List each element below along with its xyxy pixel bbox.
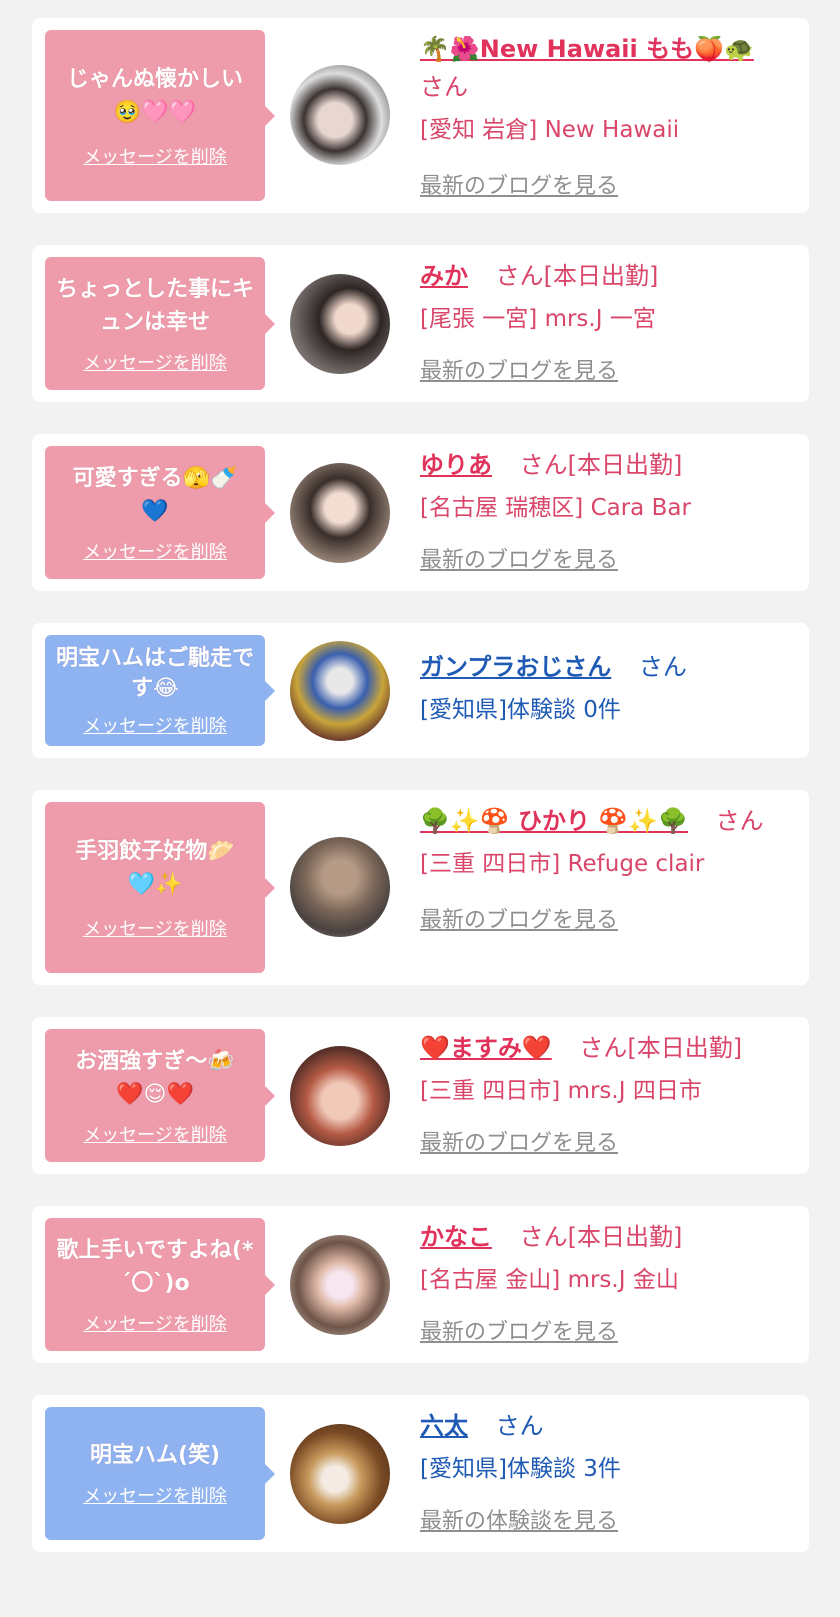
name-suffix: さん [420,73,468,101]
avatar[interactable] [290,1424,390,1524]
delete-message-link[interactable]: メッセージを削除 [83,143,227,169]
avatar[interactable] [290,65,390,165]
shop-info: [尾張 一宮] mrs.J 一宮 [420,306,656,332]
message-card: 手羽餃子好物🥟🩵✨ メッセージを削除 🌳✨🍄 ひかり 🍄✨🌳 さん [三重 四日… [32,790,809,985]
message-card: ちょっとした事にキュンは幸せ メッセージを削除 みか さん[本日出勤] [尾張 … [32,245,809,402]
shop-info: [名古屋 瑞穂区] Cara Bar [420,495,691,521]
delete-message-link[interactable]: メッセージを削除 [83,712,227,738]
message-card: 明宝ハム(笑) メッセージを削除 六太 さん [愛知県]体験談 3件 最新の体験… [32,1395,809,1552]
message-bubble: 歌上手いですよね(*´〇`)o メッセージを削除 [45,1218,275,1351]
message-bubble: 可愛すぎる🫣🍼💙 メッセージを削除 [45,446,275,579]
message-text: 明宝ハム(笑) [89,1443,221,1468]
name-suffix: さん [495,1412,544,1440]
message-card: 可愛すぎる🫣🍼💙 メッセージを削除 ゆりあ さん[本日出勤] [名古屋 瑞穂区]… [32,434,809,591]
experience-count: [愛知県]体験談 3件 [420,1456,621,1482]
experience-count: [愛知県]体験談 0件 [420,697,621,723]
avatar[interactable] [290,837,390,937]
profile-info: ガンプラおじさん さん [愛知県]体験談 0件 [420,648,790,728]
profile-name-link[interactable]: 🌳✨🍄 ひかり 🍄✨🌳 [420,807,688,835]
profile-info: 🌴🌺New Hawaii もも🍑🐢 さん [愛知 岩倉] New Hawaii … [420,30,790,200]
message-text: じゃんぬ懐かしい🥹🩷🩷 [66,66,243,125]
delete-message-link[interactable]: メッセージを削除 [83,538,227,564]
latest-blog-link[interactable]: 最新のブログを見る [420,1125,790,1157]
latest-blog-link[interactable]: 最新のブログを見る [420,1314,790,1346]
latest-blog-link[interactable]: 最新のブログを見る [420,353,790,385]
avatar[interactable] [290,463,390,563]
name-suffix: さん [638,653,687,681]
profile-name-link[interactable]: みか [420,262,468,290]
profile-info: ゆりあ さん[本日出勤] [名古屋 瑞穂区] Cara Bar 最新のブログを見… [420,446,790,574]
profile-name-link[interactable]: 六太 [420,1412,468,1440]
shop-info: [愛知 岩倉] New Hawaii [420,117,680,143]
avatar[interactable] [290,1046,390,1146]
latest-blog-link[interactable]: 最新のブログを見る [420,168,790,200]
name-suffix: さん [715,807,764,835]
message-text: ちょっとした事にキュンは幸せ [55,276,254,335]
delete-message-link[interactable]: メッセージを削除 [83,1121,227,1147]
avatar[interactable] [290,274,390,374]
name-suffix: さん[本日出勤] [519,1223,683,1251]
name-suffix: さん[本日出勤] [495,262,659,290]
message-text: 可愛すぎる🫣🍼💙 [72,465,238,524]
message-bubble: じゃんぬ懐かしい🥹🩷🩷 メッセージを削除 [45,30,275,201]
avatar[interactable] [290,641,390,741]
profile-info: 🌳✨🍄 ひかり 🍄✨🌳 さん [三重 四日市] Refuge clair 最新の… [420,802,790,934]
message-card: 明宝ハムはご馳走です😂 メッセージを削除 ガンプラおじさん さん [愛知県]体験… [32,623,809,758]
profile-name-link[interactable]: かなこ [420,1223,492,1251]
delete-message-link[interactable]: メッセージを削除 [83,349,227,375]
delete-message-link[interactable]: メッセージを削除 [83,1482,227,1508]
avatar[interactable] [290,1235,390,1335]
shop-info: [三重 四日市] Refuge clair [420,851,705,877]
profile-name-link[interactable]: ゆりあ [420,451,492,479]
profile-info: 六太 さん [愛知県]体験談 3件 最新の体験談を見る [420,1407,790,1535]
message-text: お酒強すぎ〜🍻❤️😌❤️ [75,1048,235,1107]
message-card: じゃんぬ懐かしい🥹🩷🩷 メッセージを削除 🌴🌺New Hawaii もも🍑🐢 さ… [32,18,809,213]
message-bubble: 明宝ハムはご馳走です😂 メッセージを削除 [45,635,275,746]
message-bubble: お酒強すぎ〜🍻❤️😌❤️ メッセージを削除 [45,1029,275,1162]
name-suffix: さん[本日出勤] [519,451,683,479]
shop-info: [三重 四日市] mrs.J 四日市 [420,1078,702,1104]
name-suffix: さん[本日出勤] [579,1034,743,1062]
message-card: お酒強すぎ〜🍻❤️😌❤️ メッセージを削除 ❤️ますみ❤️ さん[本日出勤] [… [32,1017,809,1174]
message-bubble: ちょっとした事にキュンは幸せ メッセージを削除 [45,257,275,390]
profile-name-link[interactable]: 🌴🌺New Hawaii もも🍑🐢 [420,35,754,63]
latest-experience-link[interactable]: 最新の体験談を見る [420,1503,790,1535]
message-text: 手羽餃子好物🥟🩵✨ [75,838,235,897]
latest-blog-link[interactable]: 最新のブログを見る [420,542,790,574]
message-card: 歌上手いですよね(*´〇`)o メッセージを削除 かなこ さん[本日出勤] [名… [32,1206,809,1363]
message-text: 歌上手いですよね(*´〇`)o [56,1237,254,1296]
profile-info: みか さん[本日出勤] [尾張 一宮] mrs.J 一宮 最新のブログを見る [420,257,790,385]
profile-name-link[interactable]: ❤️ますみ❤️ [420,1034,552,1062]
message-text: 明宝ハムはご馳走です😂 [55,645,254,701]
profile-info: かなこ さん[本日出勤] [名古屋 金山] mrs.J 金山 最新のブログを見る [420,1218,790,1346]
delete-message-link[interactable]: メッセージを削除 [83,915,227,941]
latest-blog-link[interactable]: 最新のブログを見る [420,902,790,934]
delete-message-link[interactable]: メッセージを削除 [83,1310,227,1336]
profile-name-link[interactable]: ガンプラおじさん [420,653,611,681]
profile-info: ❤️ますみ❤️ さん[本日出勤] [三重 四日市] mrs.J 四日市 最新のブ… [420,1029,790,1157]
message-bubble: 手羽餃子好物🥟🩵✨ メッセージを削除 [45,802,275,973]
message-bubble: 明宝ハム(笑) メッセージを削除 [45,1407,275,1540]
shop-info: [名古屋 金山] mrs.J 金山 [420,1267,679,1293]
